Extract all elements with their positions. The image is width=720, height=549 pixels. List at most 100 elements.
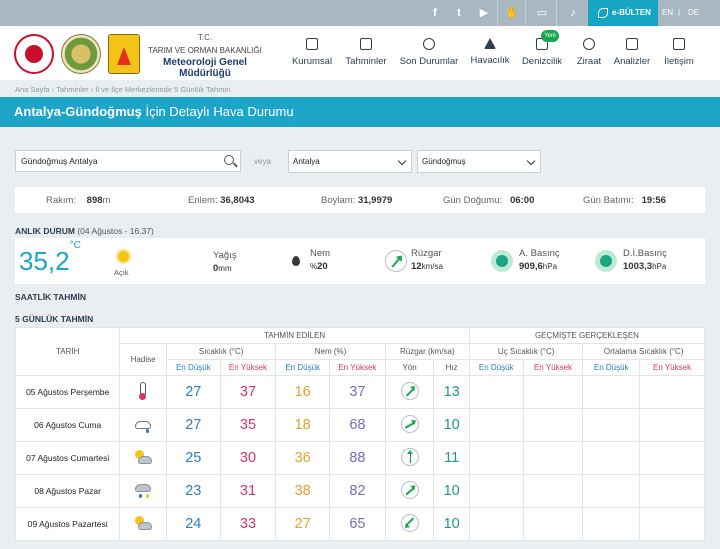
table-row: 06 Ağustos Cuma 27 35 18 68 10 xyxy=(14,408,705,442)
hand-icon[interactable]: ✋ xyxy=(505,6,519,20)
five-day-forecast-table: TARİH TAHMİN EDİLEN GEÇMİŞTE GERÇEKLEŞEN… xyxy=(14,327,706,541)
partly-cloudy-icon xyxy=(134,448,153,466)
row-wind-speed: 10 xyxy=(433,507,470,541)
yagis-value: 0mm xyxy=(213,263,232,274)
row-past-cell xyxy=(582,408,641,442)
search-icon[interactable] xyxy=(224,155,234,165)
org-line-mgm: Meteoroloji Genel Müdürlüğü xyxy=(163,57,247,79)
nav-label: Ziraat xyxy=(576,56,602,67)
row-temp-max: 30 xyxy=(219,441,277,475)
province-select[interactable]: Antalya xyxy=(288,150,412,173)
nav-label: Kurumsal xyxy=(291,56,333,67)
tv-icon[interactable]: ▭ xyxy=(535,6,549,20)
enlem-label: Enlem: xyxy=(188,195,218,206)
page-title-suffix: İçin Detaylı Hava Durumu xyxy=(145,104,294,119)
yagis-unit: mm xyxy=(218,264,232,273)
microphone-icon[interactable]: ♪ xyxy=(566,6,580,20)
wind-arrow-icon xyxy=(396,377,423,404)
row-wind-speed: 11 xyxy=(433,441,470,475)
nav-kurumsal[interactable]: Kurumsal xyxy=(290,26,334,80)
nav-ziraat[interactable]: Ziraat xyxy=(572,26,606,80)
five-day-forecast-heading: 5 GÜNLÜK TAHMİN xyxy=(15,314,94,324)
rakim-label: Rakım: xyxy=(46,195,77,206)
nav-havacilik[interactable]: Havacılık xyxy=(468,26,512,80)
nem-amount: 20 xyxy=(317,261,328,272)
lang-separator: | xyxy=(678,8,681,17)
thunder-rain-icon xyxy=(134,481,152,499)
location-search-input[interactable]: Gündoğmuş Antalya xyxy=(15,150,241,172)
row-temp-min: 27 xyxy=(165,408,221,442)
table-row: 05 Ağustos Perşembe 27 37 16 37 13 xyxy=(14,375,705,409)
wind-direction-icon xyxy=(380,245,412,277)
page-title-place: Antalya-Gündoğmuş xyxy=(14,104,142,119)
row-date: 05 Ağustos Perşembe xyxy=(14,375,121,409)
rakim-unit: m xyxy=(102,195,111,206)
row-date: 06 Ağustos Cuma xyxy=(14,408,121,442)
row-hum-max: 65 xyxy=(329,507,386,541)
nav-label: Tahminler xyxy=(345,56,387,67)
top-utility-bar: f t ▶ ✋ ▭ ♪ e-BÜLTEN EN | DE xyxy=(0,0,720,26)
ministry-logo[interactable] xyxy=(14,34,54,74)
hourly-forecast-heading[interactable]: SAATLİK TAHMİN xyxy=(15,292,86,302)
youtube-icon[interactable]: ▶ xyxy=(477,6,491,20)
nav-analizler[interactable]: Analizler xyxy=(612,26,652,80)
row-hum-max: 82 xyxy=(329,474,386,508)
col-ruzgar: Rüzgar (km/sa) xyxy=(384,343,470,360)
row-hadise xyxy=(119,441,167,475)
nem-label: Nem xyxy=(310,248,331,259)
lang-de-link[interactable]: DE xyxy=(688,0,699,26)
gun-dogumu-info: Gün Doğumu: 06:00 xyxy=(443,195,534,206)
meteoroloji-logo[interactable] xyxy=(108,34,140,74)
row-past-cell xyxy=(468,408,524,442)
e-bulten-button[interactable]: e-BÜLTEN xyxy=(588,0,658,26)
current-heading: ANLIK DURUM xyxy=(15,226,75,236)
row-past-cell xyxy=(522,474,584,508)
row-temp-min: 27 xyxy=(165,375,221,409)
nav-label: Analizler xyxy=(613,56,651,67)
rakim-info: Rakım: 898m xyxy=(46,195,110,206)
row-wind-speed: 10 xyxy=(433,408,470,442)
col-uc-sicaklik: Uç Sıcaklık (°C) xyxy=(468,343,584,360)
col-ort-sicaklik: Ortalama Sıcaklık (°C) xyxy=(582,343,705,360)
row-past-cell xyxy=(582,375,641,409)
dbasinc-unit: hPa xyxy=(652,262,667,271)
tarim-orman-seal[interactable] xyxy=(61,34,101,74)
row-past-cell xyxy=(582,474,641,508)
gun-dogumu-value: 06:00 xyxy=(510,195,535,206)
district-select[interactable]: Gündoğmuş xyxy=(417,150,541,173)
row-wind-dir xyxy=(384,408,435,442)
gun-dogumu-label: Gün Doğumu: xyxy=(443,195,503,206)
table-row: 08 Ağustos Pazar 23 31 38 82 10 xyxy=(14,474,705,508)
province-selected: Antalya xyxy=(293,157,320,166)
row-temp-min: 25 xyxy=(165,441,221,475)
row-past-cell xyxy=(639,507,705,541)
wind-arrow-icon xyxy=(400,447,419,466)
row-past-cell xyxy=(522,507,584,541)
divider xyxy=(497,0,498,26)
nem-value: %20 xyxy=(310,261,328,272)
arrow-icon xyxy=(391,256,402,268)
breadcrumb[interactable]: Ana Sayfa › Tahminler › İl ve İlçe Merke… xyxy=(15,85,230,94)
col-tarih: TARİH xyxy=(14,327,121,376)
row-past-cell xyxy=(639,474,705,508)
col-temp-min: En Düşük xyxy=(165,359,221,376)
facebook-icon[interactable]: f xyxy=(428,6,442,20)
book-icon xyxy=(306,38,318,50)
col-past-extreme-min: En Düşük xyxy=(468,359,524,376)
twitter-icon[interactable]: t xyxy=(452,6,466,20)
row-past-cell xyxy=(468,375,524,409)
col-wind-speed: Hız xyxy=(433,359,470,376)
row-date: 09 Ağustos Pazartesi xyxy=(14,507,121,541)
thermometer-icon xyxy=(134,381,152,400)
row-past-cell xyxy=(582,507,641,541)
lang-en-link[interactable]: EN xyxy=(662,0,673,26)
organization-title[interactable]: T.C. TARIM VE ORMAN BAKANLIĞI Meteoroloj… xyxy=(145,33,265,79)
nav-iletisim[interactable]: İletişim xyxy=(660,26,698,80)
nav-tahminler[interactable]: Tahminler xyxy=(343,26,389,80)
row-temp-max: 35 xyxy=(219,408,277,442)
wind-arrow-icon xyxy=(396,476,423,503)
current-conditions-panel: 35,2°C Açık Yağış 0mm Nem %20 Rüzgar 12k… xyxy=(15,238,705,284)
nav-son-durumlar[interactable]: Son Durumlar xyxy=(398,26,460,80)
gun-batimi-info: Gün Batımı: 19:56 xyxy=(583,195,666,206)
current-temp-unit: °C xyxy=(69,240,81,252)
